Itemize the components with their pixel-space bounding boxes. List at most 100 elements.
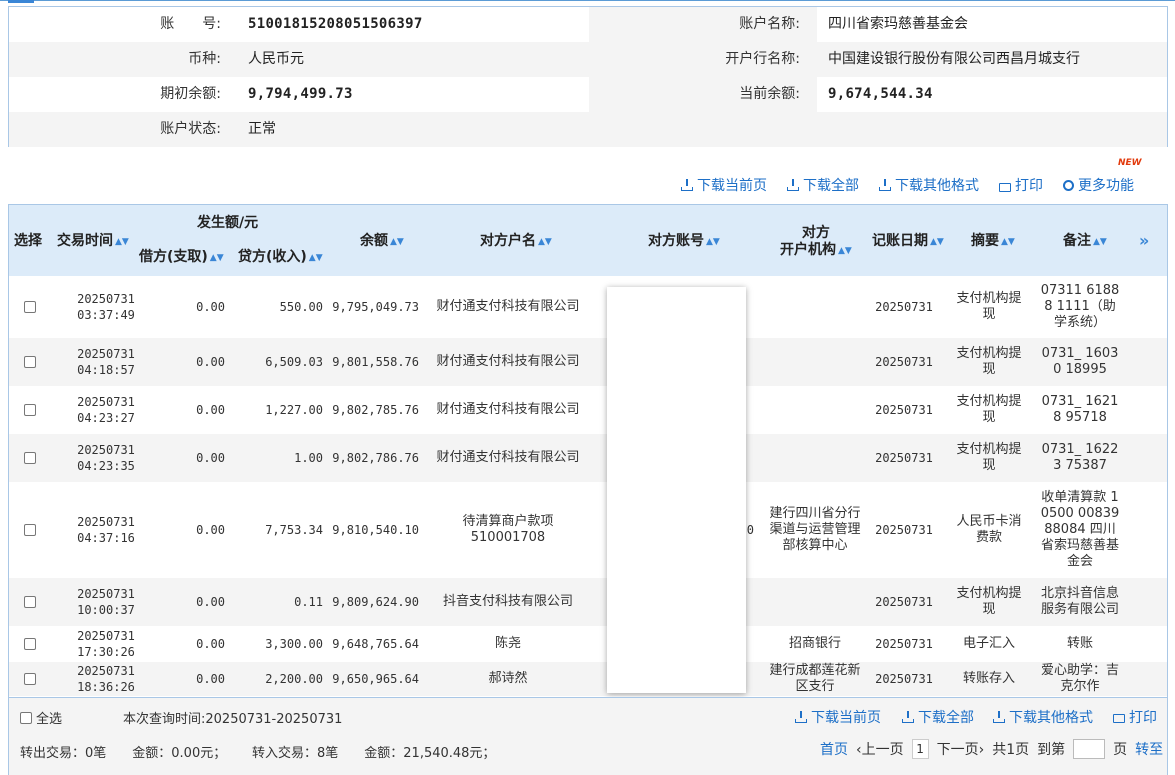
table-row[interactable]: 20250731 04:18:57 0.00 6,509.03 9,801,558.76…	[9, 338, 1167, 386]
header-summary[interactable]: 摘要 ▲▼	[971, 233, 1015, 251]
row-checkbox[interactable]	[24, 524, 36, 536]
new-badge: NEW	[1118, 158, 1142, 168]
cell-debit: 0.00	[196, 300, 225, 314]
row-select-cell	[9, 626, 51, 662]
header-amount-group: 发生额/元	[197, 215, 259, 231]
cell-bank	[769, 276, 861, 338]
cell-balance: 9,795,049.73	[332, 300, 419, 314]
download-icon	[681, 179, 693, 191]
cell-time-clock: 04:23:35	[77, 459, 135, 473]
cell-balance: 9,650,965.64	[332, 672, 419, 686]
cell-time-date: 20250731	[77, 629, 135, 643]
cell-time: 20250731 04:37:16	[51, 482, 161, 578]
table-row[interactable]: 20250731 10:00:37 0.00 0.11 9,809,624.90 抖音支付…	[9, 578, 1167, 626]
header-time[interactable]: 交易时间 ▲▼	[57, 233, 129, 251]
cell-debit: 0.00	[196, 523, 225, 537]
cell-bank	[769, 578, 861, 626]
currency-value: 人民币元	[248, 51, 304, 67]
cell-time-clock: 04:18:57	[77, 363, 135, 377]
header-debit[interactable]: 借方(支取) ▲▼	[139, 249, 224, 267]
row-checkbox[interactable]	[24, 356, 36, 368]
download-other-link[interactable]: 下载其他格式	[879, 175, 979, 195]
cell-time-clock: 17:30:26	[77, 645, 135, 659]
cell-balance: 9,648,765.64	[332, 637, 419, 651]
more-functions-link[interactable]: 更多功能	[1063, 175, 1134, 195]
query-time: 本次查询时间:20250731-20250731	[123, 712, 343, 727]
footer-download-other-link[interactable]: 下载其他格式	[993, 707, 1093, 727]
select-all-checkbox[interactable]	[20, 712, 32, 724]
download-icon	[902, 711, 914, 723]
cell-counterparty: 郝诗然	[488, 671, 528, 686]
active-tab-indicator[interactable]	[8, 0, 34, 3]
current-balance-label: 当前余额:	[739, 86, 800, 102]
cell-time-clock: 10:00:37	[77, 603, 135, 617]
opening-balance-label: 期初余额:	[160, 86, 221, 102]
header-date[interactable]: 记账日期 ▲▼	[872, 233, 944, 251]
info-row-balance: 期初余额: 9,794,499.73 当前余额: 9,674,544.34	[9, 77, 1167, 112]
download-all-link[interactable]: 下载全部	[787, 175, 859, 195]
current-page[interactable]: 1	[911, 739, 929, 759]
header-credit[interactable]: 贷方(收入) ▲▼	[238, 249, 323, 267]
cell-balance: 9,810,540.10	[332, 523, 419, 537]
cell-bank	[769, 338, 861, 386]
printer-icon	[1113, 714, 1125, 723]
row-checkbox[interactable]	[24, 404, 36, 416]
cell-summary: 支付机构提现	[956, 586, 1022, 617]
table-row[interactable]: 20250731 18:36:26 0.00 2,200.00 9,650,965.64…	[9, 662, 1167, 696]
sort-icon: ▲▼	[838, 246, 852, 256]
goto-page-button[interactable]: 转至	[1135, 739, 1163, 759]
row-checkbox[interactable]	[24, 673, 36, 685]
first-page-link[interactable]: 首页	[820, 739, 848, 759]
cell-summary: 支付机构提现	[956, 442, 1022, 473]
header-cp-account[interactable]: 对方账号 ▲▼	[648, 233, 720, 251]
print-label: 打印	[1015, 178, 1043, 194]
download-all-label: 下载全部	[803, 178, 859, 194]
select-all[interactable]: 全选	[20, 708, 62, 727]
prev-page-link[interactable]: ‹上一页	[856, 739, 904, 759]
table-row[interactable]: 20250731 17:30:26 0.00 3,300.00 9,648,765.64…	[9, 626, 1167, 662]
cell-time-clock: 03:37:49	[77, 308, 135, 322]
row-checkbox[interactable]	[24, 596, 36, 608]
row-checkbox[interactable]	[24, 638, 36, 650]
header-remark[interactable]: 备注 ▲▼	[1063, 233, 1107, 251]
cell-summary: 支付机构提现	[956, 394, 1022, 425]
table-row[interactable]: 20250731 03:37:49 0.00 550.00 9,795,049.73 财付…	[9, 276, 1167, 338]
header-cp-bank[interactable]: 对方 开户机构 ▲▼	[780, 225, 852, 260]
cell-debit: 0.00	[196, 451, 225, 465]
download-page-link[interactable]: 下载当前页	[681, 175, 767, 195]
footer-download-page-label: 下载当前页	[811, 710, 881, 726]
table-row[interactable]: 20250731 04:37:16 0.00 7,753.34 9,810,540.10…	[9, 482, 1167, 578]
cell-bank	[769, 434, 861, 482]
table-row[interactable]: 20250731 04:23:35 0.00 1.00 9,802,786.76 财付通支…	[9, 434, 1167, 482]
print-link[interactable]: 打印	[999, 175, 1043, 195]
more-label: 更多功能	[1078, 178, 1134, 194]
cell-summary: 转账存入	[962, 671, 1015, 686]
opening-balance-value: 9,794,499.73	[248, 86, 353, 102]
row-checkbox[interactable]	[24, 452, 36, 464]
row-select-cell	[9, 482, 51, 578]
goto-page-input[interactable]	[1073, 739, 1106, 759]
cell-remark: 0731_ 16030 18995	[1041, 346, 1119, 377]
footer-print-link[interactable]: 打印	[1113, 707, 1157, 727]
next-page-link[interactable]: 下一页›	[937, 739, 985, 759]
cell-remark: 0731_ 16218 95718	[1041, 394, 1119, 425]
footer-download-all-link[interactable]: 下载全部	[902, 707, 974, 727]
header-summary-label: 摘要	[971, 233, 999, 249]
download-icon	[879, 179, 891, 191]
row-checkbox[interactable]	[24, 301, 36, 313]
cell-credit: 550.00	[279, 300, 323, 314]
sort-icon: ▲▼	[1001, 237, 1015, 247]
status-value: 正常	[248, 121, 276, 137]
header-balance[interactable]: 余额 ▲▼	[360, 233, 404, 251]
account-no-value: 510018152080515063​97	[248, 16, 423, 32]
table-row[interactable]: 20250731 04:23:27 0.00 1,227.00 9,802,785.76…	[9, 386, 1167, 434]
gear-icon	[1063, 180, 1074, 191]
header-counterparty[interactable]: 对方户名 ▲▼	[480, 233, 552, 251]
bank-label: 开户行名称:	[725, 51, 800, 67]
header-cp-account-label: 对方账号	[648, 233, 704, 249]
expand-columns-icon[interactable]: »	[1139, 231, 1149, 250]
cell-debit: 0.00	[196, 672, 225, 686]
cell-remark: 收单清算款 10500 00839 88084 四川省索玛慈善基金会	[1040, 490, 1120, 569]
footer-download-page-link[interactable]: 下载当前页	[795, 707, 881, 727]
download-page-label: 下载当前页	[697, 178, 767, 194]
